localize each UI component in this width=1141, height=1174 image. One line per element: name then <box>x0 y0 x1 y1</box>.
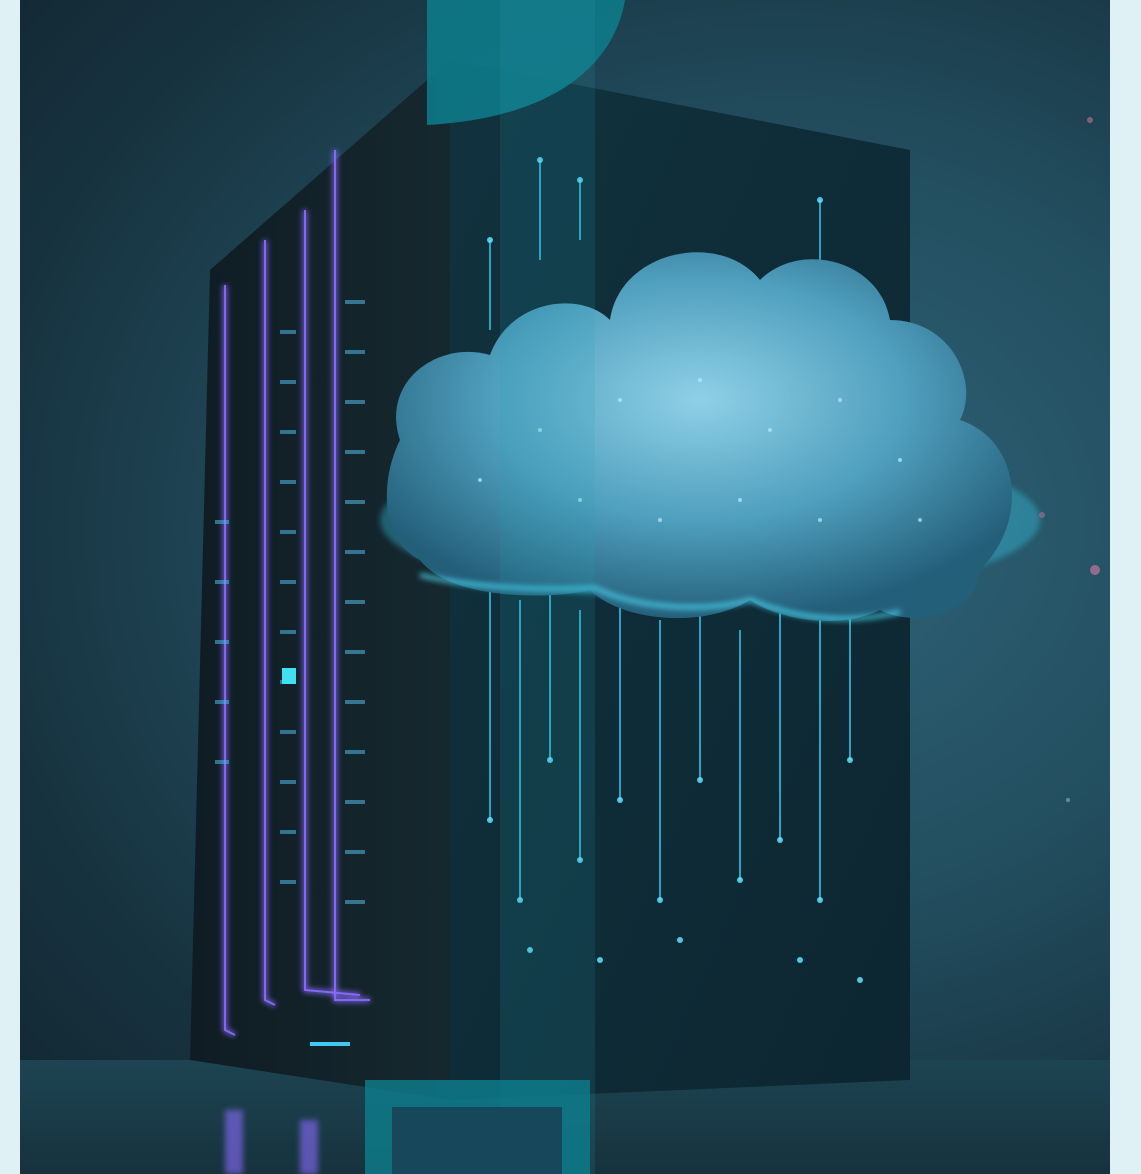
base-light <box>310 1042 350 1046</box>
accent-stripe <box>500 0 595 1174</box>
bokeh-lights <box>1039 117 1100 802</box>
accent-square-inner <box>392 1107 562 1174</box>
side-panel <box>1110 0 1141 1174</box>
status-light <box>282 668 296 684</box>
server-cloud-illustration <box>20 0 1110 1174</box>
hero-image <box>20 0 1110 1174</box>
